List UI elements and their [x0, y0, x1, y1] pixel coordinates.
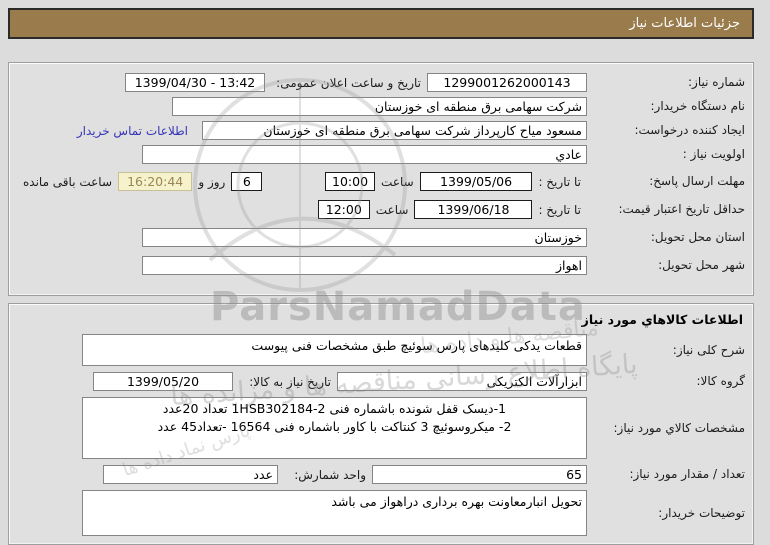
buyer-notes-row: توضیحات خریدار: تحویل انبارمعاونت بهره ب… [17, 490, 745, 536]
count-unit-field[interactable]: عدد [103, 465, 278, 484]
goods-group-row: گروه کالا: ابزارآلات الکتریکی تاریخ نیاز… [17, 372, 745, 391]
time-remaining-counter: 16:20:44 [118, 172, 193, 191]
goods-specs-textarea[interactable]: 1-دیسک قفل شونده باشماره فنی 1HSB302184-… [82, 397, 587, 459]
need-details-page: { "title_bar": { "text": "جزئیات اطلاعات… [0, 0, 770, 545]
goods-specs-line: 2- میکروسوئیچ 3 کنتاکت با کاور باشماره ف… [157, 419, 512, 435]
page-title: جزئیات اطلاعات نیاز [629, 16, 740, 31]
creator-row: ایجاد کننده درخواست: مسعود میاح کارپرداز… [17, 121, 745, 140]
goods-need-date-label: تاریخ نیاز به کالا: [249, 374, 331, 389]
hour-label: ساعت [381, 174, 414, 189]
need-number-row: شماره نیاز: 1299001262000143 تاریخ و ساع… [17, 73, 745, 92]
announce-datetime-field[interactable]: 1399/04/30 - 13:42 [125, 73, 265, 92]
reply-deadline-row: مهلت ارسال پاسخ: تا تاریخ : 1399/05/06 س… [17, 172, 745, 191]
page-title-bar: جزئیات اطلاعات نیاز [8, 8, 754, 39]
until-date-label: تا تاریخ : [538, 174, 581, 189]
delivery-province-field[interactable]: خوزستان [142, 228, 587, 247]
priority-label: اولویت نیاز : [682, 147, 745, 161]
quantity-label: تعداد / مقدار مورد نیاز: [629, 467, 745, 481]
days-and-label: روز و [198, 174, 226, 189]
buyer-row: نام دستگاه خریدار: شرکت سهامی برق منطقه … [17, 97, 745, 116]
delivery-province-label: استان محل تحویل: [650, 230, 745, 244]
request-creator-field[interactable]: مسعود میاح کارپرداز شرکت سهامی برق منطقه… [202, 121, 587, 140]
goods-need-date-field[interactable]: 1399/05/20 [93, 372, 233, 391]
reply-deadline-time-field[interactable]: 10:00 [325, 172, 376, 191]
need-description-row: شرح کلی نیاز: قطعات یدکی کلیدهای پارس سو… [17, 334, 745, 366]
request-creator-label: ایجاد کننده درخواست: [634, 123, 745, 137]
days-remaining-field: 6 [231, 172, 263, 191]
quantity-row: تعداد / مقدار مورد نیاز: 65 واحد شمارش: … [17, 465, 745, 484]
goods-specs-row: مشخصات کالاي مورد نیاز: 1-دیسک قفل شونده… [17, 397, 745, 459]
buyer-contact-link[interactable]: اطلاعات تماس خریدار [77, 124, 188, 138]
price-validity-label: حداقل تاریخ اعتبار قیمت: [618, 202, 745, 216]
announce-datetime-label: تاریخ و ساعت اعلان عمومی: [276, 75, 421, 90]
delivery-province-row: استان محل تحویل: خوزستان [17, 228, 745, 247]
reply-deadline-date-field[interactable]: 1399/05/06 [419, 172, 533, 191]
goods-specs-line: 1-دیسک قفل شونده باشماره فنی 1HSB302184-… [162, 401, 507, 416]
delivery-city-field[interactable]: اهواز [142, 256, 587, 275]
goods-group-label: گروه کالا: [696, 374, 746, 388]
need-number-field[interactable]: 1299001262000143 [427, 73, 587, 92]
buyer-name-label: نام دستگاه خریدار: [650, 99, 746, 113]
count-unit-label: واحد شمارش: [294, 467, 366, 482]
hour-label: ساعت [375, 202, 409, 217]
buyer-notes-textarea[interactable]: تحویل انبارمعاونت بهره برداری دراهواز می… [82, 490, 587, 536]
buyer-notes-label: توضیحات خریدار: [658, 505, 745, 520]
quantity-field[interactable]: 65 [372, 465, 587, 484]
need-info-groupbox: شماره نیاز: 1299001262000143 تاریخ و ساع… [8, 62, 754, 296]
goods-section-title: اطلاعات کالاهاي مورد نیاز [581, 312, 743, 327]
delivery-city-label: شهر محل تحویل: [658, 258, 745, 272]
need-description-textarea[interactable]: قطعات یدکی کلیدهای پارس سوئیچ طبق مشخصات… [82, 334, 587, 366]
need-description-label: شرح کلی نیاز: [672, 342, 745, 357]
need-number-label: شماره نیاز: [688, 75, 745, 89]
goods-group-field[interactable]: ابزارآلات الکتریکی [337, 372, 587, 391]
delivery-city-row: شهر محل تحویل: اهواز [17, 256, 745, 275]
priority-field[interactable]: عادي [142, 145, 587, 164]
until-date-label: تا تاریخ : [538, 202, 581, 217]
goods-info-groupbox: اطلاعات کالاهاي مورد نیاز شرح کلی نیاز: … [8, 303, 754, 545]
price-validity-date-field[interactable]: 1399/06/18 [414, 200, 533, 219]
hours-remaining-label: ساعت باقی مانده [22, 174, 113, 189]
reply-deadline-label: مهلت ارسال پاسخ: [649, 174, 745, 188]
buyer-name-field[interactable]: شرکت سهامی برق منطقه ای خوزستان [172, 97, 587, 116]
price-validity-row: حداقل تاریخ اعتبار قیمت: تا تاریخ : 1399… [17, 200, 745, 219]
goods-specs-label: مشخصات کالاي مورد نیاز: [613, 420, 745, 435]
price-validity-time-field[interactable]: 12:00 [317, 200, 370, 219]
priority-row: اولویت نیاز : عادي [17, 145, 745, 164]
